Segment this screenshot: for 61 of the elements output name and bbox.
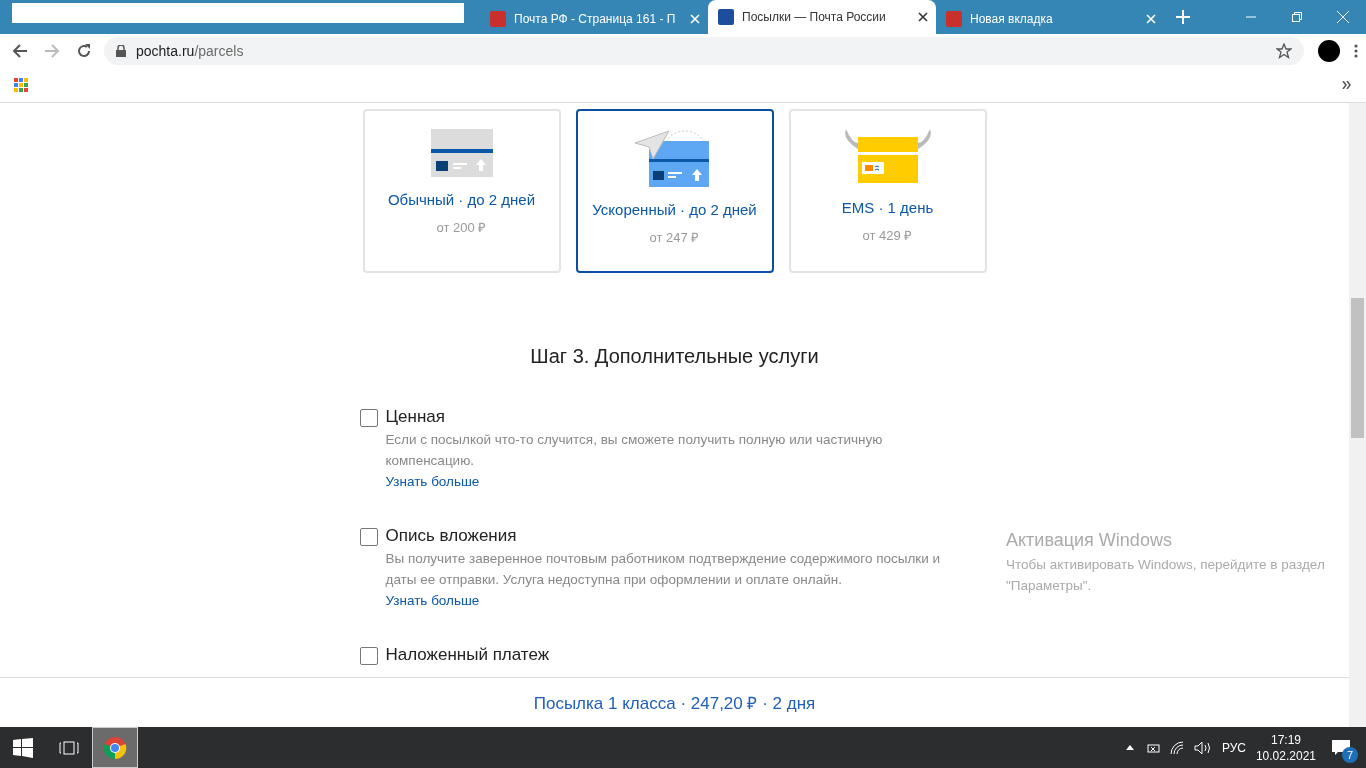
- url-host: pochta.ru: [136, 43, 195, 59]
- clock-date[interactable]: 10.02.2021: [1255, 747, 1316, 764]
- site-favicon: [946, 11, 962, 27]
- shipping-option-card[interactable]: EMS · 1 день от 429 ₽: [788, 109, 987, 273]
- option-price: от 247 ₽: [649, 229, 700, 246]
- new-tab-icon[interactable]: [1176, 10, 1190, 24]
- windows-logo-icon[interactable]: [13, 737, 33, 758]
- star-icon[interactable]: [1276, 43, 1292, 59]
- site-favicon: [490, 11, 506, 27]
- scrollbar-thumb[interactable]: [1351, 298, 1364, 438]
- more-icon[interactable]: [1354, 44, 1358, 58]
- language-indicator[interactable]: РУС: [1221, 740, 1246, 755]
- checkbox[interactable]: [359, 528, 378, 546]
- apps-grid-icon[interactable]: [14, 78, 28, 92]
- reload-icon[interactable]: [76, 43, 92, 59]
- shipping-option-card[interactable]: Обычный · до 2 дней от 200 ₽: [362, 109, 561, 273]
- browser-logo-icon: [103, 735, 127, 760]
- tab-title: Посылки — Почта России: [742, 10, 887, 24]
- order-summary-link[interactable]: Посылка 1 класса · 247,20 ₽ · 2 дня: [533, 691, 816, 714]
- parcel-icon: [430, 129, 493, 177]
- clock-time[interactable]: 17:19: [1270, 731, 1301, 748]
- address-bar[interactable]: pochta.ru/parcels: [104, 37, 1304, 65]
- caret-up-icon[interactable]: [1125, 745, 1134, 750]
- back-arrow-icon[interactable]: [12, 43, 28, 59]
- service-label: Опись вложения: [385, 525, 518, 547]
- learn-more-link[interactable]: Узнать больше: [385, 590, 480, 611]
- wifi-icon[interactable]: [1169, 740, 1184, 755]
- checkbox[interactable]: [359, 409, 378, 427]
- option-title: Ускоренный · до 2 дней: [592, 201, 757, 218]
- chevron-double-icon[interactable]: [1342, 81, 1352, 89]
- shipping-option-card[interactable]: Ускоренный · до 2 дней от 247 ₽: [575, 109, 774, 273]
- service-description: Вы получите заверенное почтовым работником подтверждение содержимого посылки и даты ее отправки. Услуга недоступна при оформлении и оплате онлайн.: [385, 550, 942, 589]
- service-label: Наложенный платеж: [385, 644, 550, 666]
- option-price: от 200 ₽: [436, 219, 487, 236]
- site-favicon: [718, 9, 734, 25]
- browser-tab[interactable]: Посылки — Почта России: [708, 0, 936, 34]
- service-label: Ценная: [385, 406, 446, 428]
- lock-icon: [116, 45, 126, 57]
- learn-more-link[interactable]: Узнать больше: [385, 471, 480, 492]
- url-path: /parcels: [194, 43, 244, 59]
- option-price: от 429 ₽: [862, 227, 913, 244]
- notification-center[interactable]: 7: [1326, 732, 1356, 763]
- profile-avatar[interactable]: [1318, 40, 1340, 62]
- tab-title: Почта РФ - Страница 161 - П: [514, 12, 677, 26]
- service-description: Если с посылкой что-то случится, вы сможете получить полную или частичную компенсацию.: [385, 431, 884, 470]
- activation-title: Активация Windows: [1006, 530, 1173, 551]
- browser-tab[interactable]: Почта РФ - Страница 161 - П: [480, 4, 708, 34]
- restore-icon[interactable]: [1292, 12, 1302, 22]
- checkbox[interactable]: [359, 647, 378, 665]
- option-title: Обычный · до 2 дней: [387, 191, 536, 208]
- scrollbar[interactable]: [1349, 103, 1366, 727]
- browser-tab[interactable]: Новая вкладка: [936, 4, 1164, 34]
- activation-text: Чтобы активировать Windows, перейдите в раздел "Параметры".: [1006, 556, 1326, 595]
- option-title: EMS · 1 день: [841, 199, 934, 216]
- taskbar-app-button[interactable]: [92, 727, 138, 768]
- speaker-icon[interactable]: [1193, 740, 1212, 755]
- tab-title: Новая вкладка: [970, 12, 1054, 26]
- task-view-icon[interactable]: [59, 740, 79, 755]
- notification-count: 7: [1342, 746, 1358, 763]
- close-icon[interactable]: [918, 12, 928, 22]
- step-heading: Шаг 3. Дополнительные услуги: [530, 345, 819, 368]
